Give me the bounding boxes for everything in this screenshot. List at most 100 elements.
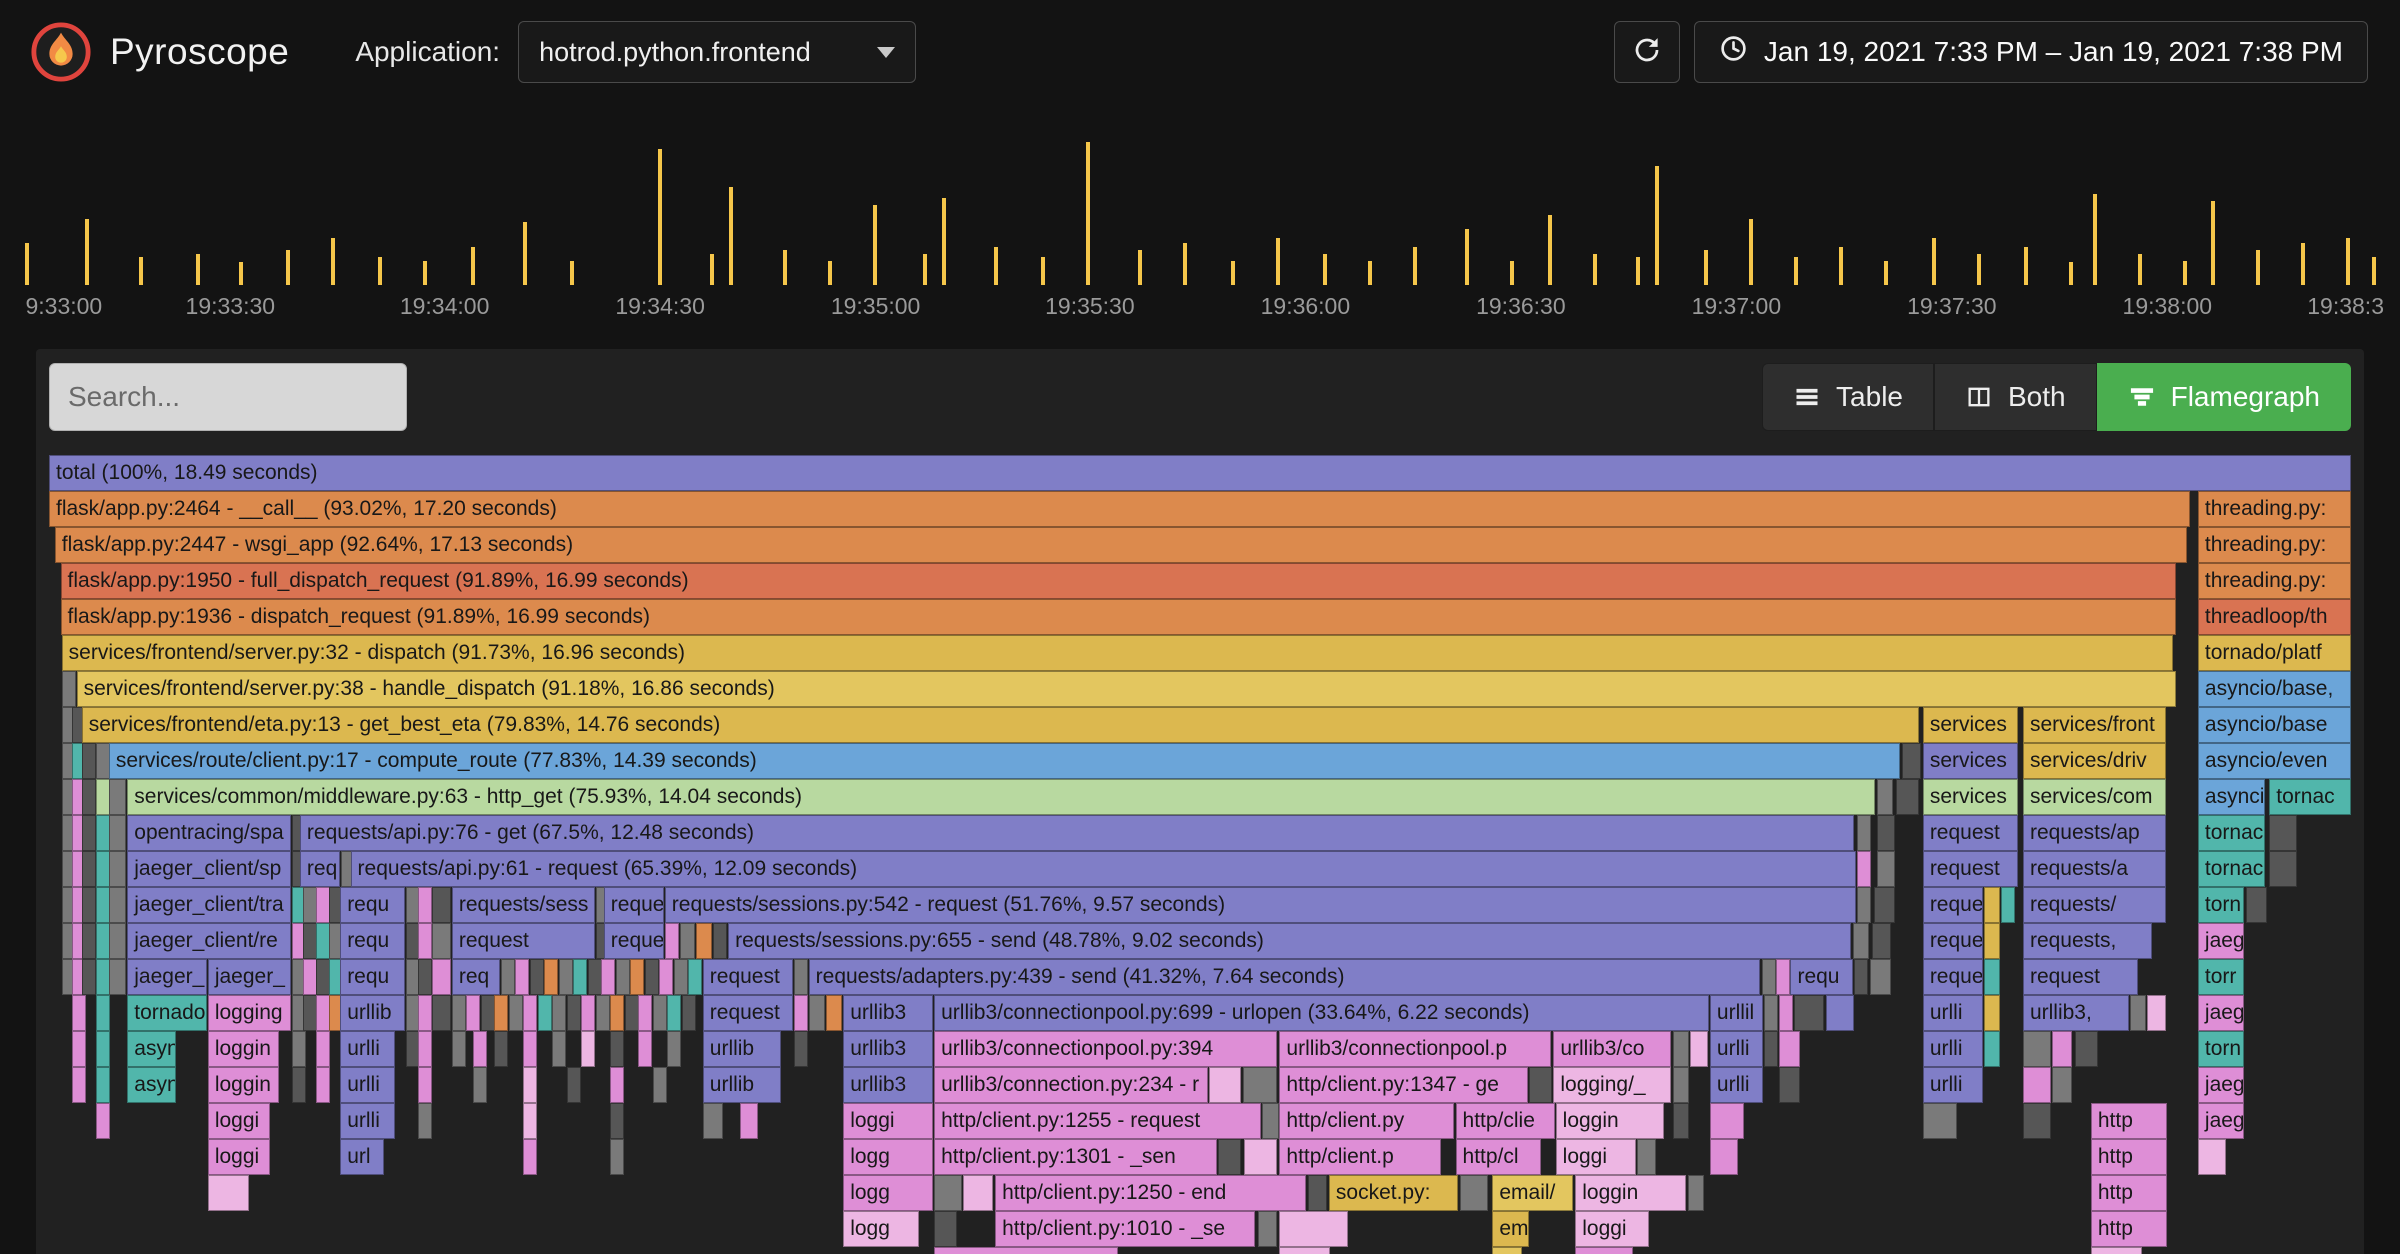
flame-block[interactable] xyxy=(609,1067,624,1103)
flame-block[interactable] xyxy=(432,923,451,959)
flame-block[interactable]: asyncio/base, xyxy=(2197,671,2351,707)
flame-block[interactable] xyxy=(1778,1067,1800,1103)
flame-block[interactable]: tornac xyxy=(2269,779,2351,815)
flame-block[interactable] xyxy=(653,1067,668,1103)
flame-block[interactable] xyxy=(1243,1139,1278,1175)
flame-block[interactable] xyxy=(659,959,674,995)
flame-block[interactable] xyxy=(1983,1031,2000,1067)
flame-block[interactable] xyxy=(1876,779,1893,815)
flame-block[interactable]: urllib xyxy=(340,995,405,1031)
flame-block[interactable] xyxy=(1983,959,2000,995)
flame-block[interactable] xyxy=(81,959,96,995)
flame-block[interactable]: urllib3 xyxy=(843,1031,933,1067)
flame-block[interactable] xyxy=(2022,1103,2051,1139)
flame-block[interactable] xyxy=(601,959,616,995)
flame-block[interactable]: urlli xyxy=(1709,1031,1763,1067)
flame-block[interactable]: logg xyxy=(843,1175,933,1211)
flame-block[interactable] xyxy=(538,995,553,1031)
flame-block[interactable]: logg xyxy=(843,1139,933,1175)
flame-block[interactable]: flask/app.py:1950 - full_dispatch_reques… xyxy=(60,563,2176,599)
flame-block[interactable]: request xyxy=(702,995,793,1031)
flame-block[interactable]: http/clie xyxy=(1455,1103,1555,1139)
flame-block[interactable] xyxy=(480,995,495,1031)
flame-block[interactable] xyxy=(1869,959,1891,995)
flame-block[interactable] xyxy=(2197,1139,2226,1175)
flame-block[interactable] xyxy=(630,959,645,995)
flame-block[interactable] xyxy=(1826,995,1854,1031)
flame-block[interactable] xyxy=(793,1031,808,1067)
flame-block[interactable]: async xyxy=(127,1067,176,1103)
flame-block[interactable]: request xyxy=(1922,851,2019,887)
flame-block[interactable]: urllib3/connection.py:234 - r xyxy=(934,1067,1209,1103)
flame-block[interactable] xyxy=(81,851,96,887)
flame-block[interactable]: req xyxy=(299,851,340,887)
flame-block[interactable] xyxy=(523,1067,538,1103)
flame-block[interactable]: services/frontend/server.py:32 - dispatc… xyxy=(61,635,2174,671)
flame-block[interactable] xyxy=(1529,1067,1553,1103)
flame-block[interactable] xyxy=(95,1067,110,1103)
flame-block[interactable]: jaeger_ xyxy=(127,959,207,995)
flame-block[interactable]: loggin xyxy=(207,1031,280,1067)
flame-block[interactable] xyxy=(1857,851,1872,887)
flame-block[interactable]: requests/a xyxy=(2022,851,2166,887)
flame-block[interactable] xyxy=(1690,1031,1708,1067)
flame-block[interactable] xyxy=(472,1031,487,1067)
flame-block[interactable] xyxy=(609,995,624,1031)
flame-block[interactable]: services/common/middleware.py:63 - http_… xyxy=(127,779,1876,815)
flame-block[interactable] xyxy=(1983,887,2000,923)
flame-block[interactable] xyxy=(108,815,127,851)
flame-block[interactable] xyxy=(1242,1067,1278,1103)
flame-block[interactable] xyxy=(2147,995,2166,1031)
flame-block[interactable]: http/client.py:1250 - end xyxy=(995,1175,1306,1211)
flame-block[interactable] xyxy=(1874,887,1896,923)
flame-block[interactable]: loggi xyxy=(207,1139,270,1175)
flame-block[interactable] xyxy=(645,959,660,995)
flame-block[interactable] xyxy=(2246,887,2267,923)
flame-block[interactable]: torr xyxy=(2197,959,2244,995)
flame-block[interactable]: requests/sessions.py:655 - send (48.78%,… xyxy=(728,923,1851,959)
flame-block[interactable] xyxy=(418,923,433,959)
flame-block[interactable]: services/frontend/eta.py:13 - get_best_e… xyxy=(81,707,1920,743)
flame-block[interactable] xyxy=(1257,1211,1278,1247)
flame-block[interactable]: urllil xyxy=(1709,995,1763,1031)
flame-block[interactable] xyxy=(95,815,110,851)
flame-block[interactable] xyxy=(1673,1103,1690,1139)
flame-block[interactable] xyxy=(432,995,451,1031)
flame-block[interactable]: http/client.p xyxy=(1279,1139,1441,1175)
flame-block[interactable] xyxy=(1279,1211,1349,1247)
flame-block[interactable] xyxy=(702,1103,724,1139)
flame-block[interactable]: urllib3 xyxy=(843,995,933,1031)
flame-block[interactable] xyxy=(291,1067,306,1103)
flame-block[interactable] xyxy=(530,959,545,995)
flame-block[interactable] xyxy=(793,959,808,995)
flame-block[interactable] xyxy=(1896,779,1920,815)
flame-block[interactable] xyxy=(572,959,587,995)
flame-block[interactable]: requests/ap xyxy=(2022,815,2166,851)
flame-block[interactable]: urlli xyxy=(1922,1031,1983,1067)
flame-block[interactable]: urlli xyxy=(1922,995,1983,1031)
flame-block[interactable]: http/client.py:1255 - request xyxy=(934,1103,1261,1139)
flame-block[interactable]: urllib xyxy=(702,1067,782,1103)
flame-block[interactable] xyxy=(1778,995,1793,1031)
flame-block[interactable] xyxy=(1852,923,1869,959)
flame-block[interactable] xyxy=(501,959,516,995)
flame-block[interactable]: asyncio/even xyxy=(2197,743,2351,779)
flame-block[interactable] xyxy=(2051,1067,2073,1103)
flame-block[interactable]: requests/api.py:76 - get (67.5%, 12.48 s… xyxy=(299,815,1854,851)
flame-block[interactable]: services xyxy=(1922,743,2019,779)
application-select[interactable]: hotrod.python.frontend xyxy=(518,21,917,83)
flame-block[interactable] xyxy=(1775,959,1790,995)
flame-block[interactable] xyxy=(558,959,573,995)
flame-block[interactable]: asyncio/base xyxy=(2197,707,2351,743)
flame-block[interactable]: http/client.py xyxy=(1279,1103,1455,1139)
flame-block[interactable] xyxy=(595,995,610,1031)
flame-block[interactable]: threading.py: xyxy=(2197,563,2351,599)
flame-block[interactable]: http/client.py:1010 - _se xyxy=(995,1211,1256,1247)
flame-block[interactable]: services/frontend/server.py:38 - handle_… xyxy=(76,671,2176,707)
flame-block[interactable]: threadloop/th xyxy=(2197,599,2351,635)
flame-block[interactable] xyxy=(609,1103,624,1139)
flame-block[interactable]: torn xyxy=(2197,887,2244,923)
flame-block[interactable] xyxy=(793,995,808,1031)
flame-block[interactable] xyxy=(1872,923,1891,959)
flame-block[interactable] xyxy=(494,1031,509,1067)
